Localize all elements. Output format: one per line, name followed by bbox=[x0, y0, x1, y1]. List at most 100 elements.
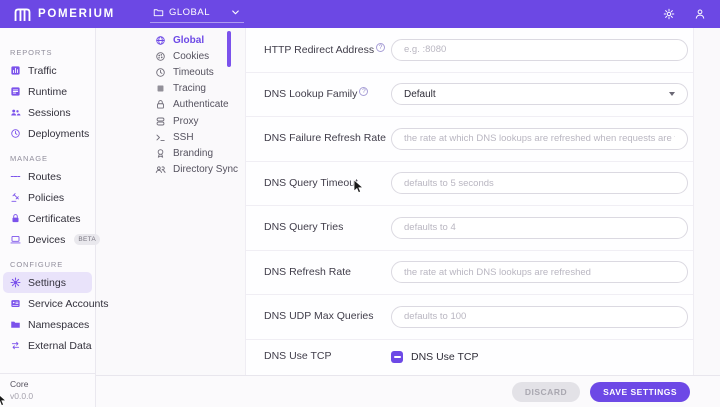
field-control: DNS Use TCP bbox=[391, 351, 688, 363]
help-icon[interactable]: ? bbox=[359, 87, 369, 97]
namespace-select[interactable]: GLOBAL bbox=[150, 4, 244, 23]
subnav-item-directory-sync[interactable]: Directory Sync bbox=[96, 162, 245, 178]
policies-gavel-icon bbox=[10, 192, 21, 203]
field-label: DNS Query Tries bbox=[264, 221, 344, 234]
sidebar-item-label: Sessions bbox=[28, 106, 71, 119]
field-control bbox=[391, 216, 688, 239]
dns-use-tcp-checkbox[interactable] bbox=[391, 351, 403, 363]
user-icon[interactable] bbox=[694, 8, 706, 20]
top-bar: POMERIUM GLOBAL bbox=[0, 0, 720, 28]
subnav-item-cookies[interactable]: Cookies bbox=[96, 48, 245, 64]
subnav-scrollbar[interactable] bbox=[227, 31, 231, 67]
sidebar-item-label: Routes bbox=[28, 170, 62, 183]
traffic-chart-icon bbox=[10, 65, 21, 76]
subnav-item-label: Branding bbox=[173, 147, 214, 159]
field-control bbox=[391, 305, 688, 328]
gear-icon[interactable] bbox=[663, 8, 675, 20]
settings-content: HTTP Redirect Address? DNS Lookup Family?… bbox=[245, 28, 720, 375]
pomerium-console: POMERIUM GLOBAL REPORTS Traffic Runtime Ses… bbox=[0, 0, 720, 407]
subnav-item-ssh[interactable]: SSH bbox=[96, 129, 245, 145]
cookie-icon bbox=[155, 51, 166, 62]
sidebar-item-label: Deployments bbox=[28, 127, 90, 140]
sidebar-item-sessions[interactable]: Sessions bbox=[3, 102, 92, 123]
settings-gear-icon bbox=[10, 277, 21, 288]
subnav-item-label: Global bbox=[173, 34, 205, 46]
chevron-down-icon bbox=[230, 7, 241, 18]
runtime-dashboard-icon bbox=[10, 86, 21, 97]
external-data-icon bbox=[10, 340, 21, 351]
discard-button[interactable]: DISCARD bbox=[511, 381, 581, 402]
subnav-item-tracing[interactable]: Tracing bbox=[96, 81, 245, 97]
dns-query-tries-input[interactable] bbox=[391, 216, 688, 239]
field-label: DNS Failure Refresh Rate bbox=[264, 132, 386, 145]
sidebar-item-deployments[interactable]: Deployments bbox=[3, 123, 92, 144]
subnav-item-label: Directory Sync bbox=[173, 164, 239, 176]
content-right-margin bbox=[694, 28, 720, 375]
dns-use-tcp-checkbox-label: DNS Use TCP bbox=[411, 351, 479, 363]
settings-form: HTTP Redirect Address? DNS Lookup Family?… bbox=[246, 28, 694, 375]
sidebar-section-label: MANAGE bbox=[10, 154, 48, 163]
clock-icon bbox=[155, 67, 166, 78]
sidebar-item-label: Certificates bbox=[28, 212, 81, 225]
help-icon[interactable]: ? bbox=[376, 42, 386, 52]
form-row-dns-query-timeout: DNS Query Timeout bbox=[246, 162, 693, 206]
sidebar-item-label: Traffic bbox=[28, 64, 57, 77]
form-row-dns-udp-max-queries: DNS UDP Max Queries bbox=[246, 295, 693, 340]
field-control bbox=[391, 172, 688, 195]
sidebar-item-traffic[interactable]: Traffic bbox=[3, 60, 92, 81]
dns-query-timeout-input[interactable] bbox=[391, 172, 688, 195]
folder-icon bbox=[153, 7, 164, 18]
sidebar-item-settings[interactable]: Settings bbox=[3, 272, 92, 293]
service-accounts-icon bbox=[10, 298, 21, 309]
subnav-item-global[interactable]: Global bbox=[96, 32, 245, 48]
subnav-item-proxy[interactable]: Proxy bbox=[96, 113, 245, 129]
subnav-item-label: Tracing bbox=[173, 83, 206, 95]
sidebar-item-runtime[interactable]: Runtime bbox=[3, 81, 92, 102]
subnav-item-branding[interactable]: Branding bbox=[96, 145, 245, 161]
pomerium-logo-icon bbox=[14, 7, 31, 21]
save-settings-button[interactable]: SAVE SETTINGS bbox=[590, 381, 690, 402]
sidebar-item-label: Namespaces bbox=[28, 318, 90, 331]
form-row-http-redirect-address: HTTP Redirect Address? bbox=[246, 28, 693, 73]
dns-failure-refresh-rate-input[interactable] bbox=[391, 127, 688, 150]
sidebar-item-external-data[interactable]: External Data bbox=[3, 335, 92, 356]
subnav-item-label: Cookies bbox=[173, 50, 210, 62]
dns-lookup-family-select[interactable]: Default bbox=[391, 83, 688, 106]
sidebar-item-label: Runtime bbox=[28, 85, 68, 98]
tracing-square-icon bbox=[155, 83, 166, 94]
sidebar-item-label: Settings bbox=[28, 276, 66, 289]
subnav-item-authenticate[interactable]: Authenticate bbox=[96, 97, 245, 113]
field-label: HTTP Redirect Address? bbox=[264, 42, 391, 57]
sidebar-section-configure: CONFIGURE Settings Service Accounts Namespa… bbox=[0, 260, 109, 356]
sidebar-item-certificates[interactable]: Certificates bbox=[3, 208, 92, 229]
version-info: Core v0.0.0 bbox=[0, 373, 95, 407]
form-row-dns-failure-refresh-rate: DNS Failure Refresh Rate bbox=[246, 117, 693, 162]
sidebar-item-routes[interactable]: Routes bbox=[3, 166, 92, 187]
settings-subnav: Global Cookies Timeouts Tracing Authenticate… bbox=[96, 28, 245, 375]
sidebar-item-label: Policies bbox=[28, 191, 65, 204]
dns-refresh-rate-input[interactable] bbox=[391, 261, 688, 284]
subnav-item-timeouts[interactable]: Timeouts bbox=[96, 64, 245, 80]
dns-lookup-family-select-value: Default bbox=[404, 88, 436, 100]
sidebar-item-devices[interactable]: Devices BETA bbox=[3, 229, 101, 250]
field-control bbox=[391, 261, 688, 284]
sidebar-item-namespaces[interactable]: Namespaces bbox=[3, 314, 92, 335]
http-redirect-address-input[interactable] bbox=[391, 38, 688, 61]
field-label: DNS Query Timeout bbox=[264, 176, 358, 189]
chevron-down-icon bbox=[669, 92, 675, 97]
sidebar-item-service-accounts[interactable]: Service Accounts bbox=[3, 293, 109, 314]
devices-icon bbox=[10, 234, 21, 245]
form-row-dns-refresh-rate: DNS Refresh Rate bbox=[246, 251, 693, 295]
subnav-item-label: Timeouts bbox=[173, 66, 214, 78]
form-action-bar: DISCARD SAVE SETTINGS bbox=[96, 375, 720, 407]
dns-udp-max-queries-input[interactable] bbox=[391, 305, 688, 328]
field-control: Default bbox=[391, 83, 688, 106]
brand: POMERIUM bbox=[14, 7, 115, 21]
sidebar-item-label: Devices bbox=[28, 233, 66, 246]
sidebar-item-policies[interactable]: Policies bbox=[3, 187, 92, 208]
right-area: Global Cookies Timeouts Tracing Authenticate… bbox=[96, 28, 720, 407]
subnav-item-label: SSH bbox=[173, 131, 194, 143]
form-row-dns-use-tcp: DNS Use TCP DNS Use TCP bbox=[246, 340, 693, 375]
sessions-users-icon bbox=[10, 107, 21, 118]
sidebar-section-reports: REPORTS Traffic Runtime Sessions Deployments bbox=[0, 48, 95, 144]
